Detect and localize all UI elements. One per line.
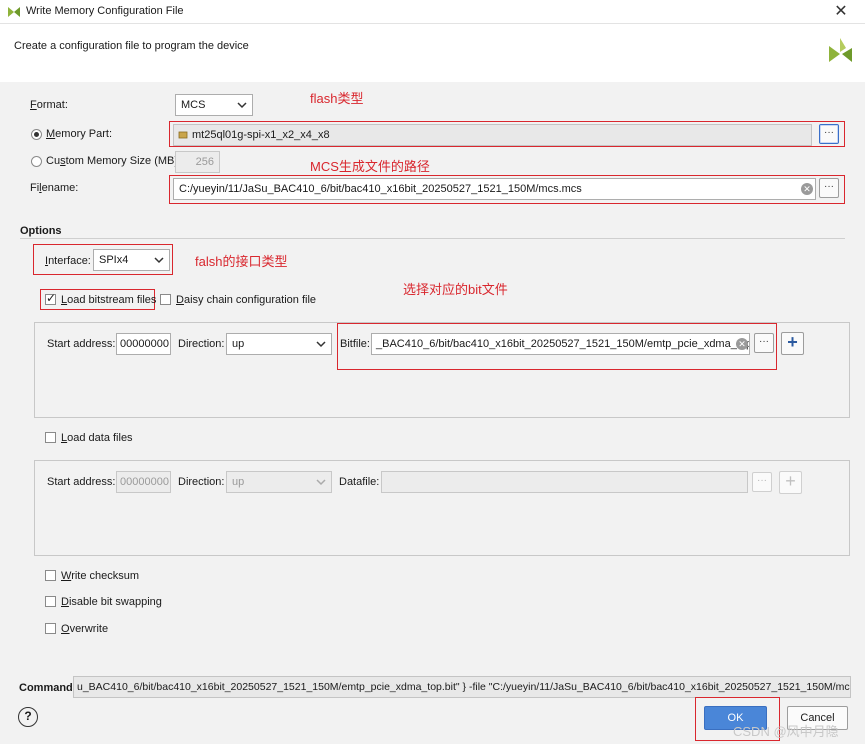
- overwrite-label: Overwrite: [61, 623, 109, 635]
- clear-icon[interactable]: ✕: [736, 338, 748, 350]
- close-icon[interactable]: ✕: [826, 1, 856, 23]
- dialog-subtitle: Create a configuration file to program t…: [14, 40, 249, 52]
- filename-input[interactable]: C:/yueyin/11/JaSu_BAC410_6/bit/bac410_x1…: [173, 178, 816, 200]
- load-bitstream-checkbox[interactable]: [45, 291, 56, 305]
- window-title: Write Memory Configuration File: [26, 5, 184, 17]
- custom-memory-size-field[interactable]: 256: [175, 151, 220, 173]
- memory-part-radio[interactable]: [31, 129, 42, 140]
- bit-direction-select[interactable]: up: [226, 333, 332, 355]
- load-data-label: Load data files: [61, 432, 133, 444]
- write-checksum-checkbox[interactable]: [45, 570, 56, 581]
- data-direction-label: Direction:: [178, 476, 225, 488]
- filename-label: Filename:: [30, 182, 79, 194]
- datafile-input[interactable]: [381, 471, 748, 493]
- chevron-down-icon: [316, 479, 326, 486]
- custom-memory-size-label: Custom Memory Size (MB):: [46, 155, 182, 167]
- disable-bit-swapping-label: Disable bit swapping: [61, 596, 162, 608]
- filename-browse-button[interactable]: ···: [819, 178, 839, 198]
- command-field[interactable]: u_BAC410_6/bit/bac410_x16bit_20250527_15…: [73, 676, 851, 698]
- disable-bit-swapping-checkbox[interactable]: [45, 596, 56, 607]
- data-start-address-input[interactable]: 00000000: [116, 471, 171, 493]
- vivado-brand-icon: [829, 38, 852, 62]
- memory-part-field[interactable]: mt25ql01g-spi-x1_x2_x4_x8: [173, 124, 812, 146]
- dialog-header: Create a configuration file to program t…: [0, 24, 865, 82]
- command-label: Command:: [19, 682, 77, 694]
- clear-icon[interactable]: ✕: [801, 183, 813, 195]
- custom-memory-size-radio[interactable]: [31, 156, 42, 167]
- bit-start-address-input[interactable]: 00000000: [116, 333, 171, 355]
- bitfile-label: Bitfile:: [340, 338, 370, 350]
- help-icon[interactable]: ?: [18, 707, 38, 727]
- annotation-mcs-path: MCS生成文件的路径: [310, 159, 430, 174]
- bitfile-input[interactable]: _BAC410_6/bit/bac410_x16bit_20250527_152…: [371, 333, 750, 355]
- load-bitstream-label: Load bitstream files: [61, 294, 157, 306]
- interface-select[interactable]: SPIx4: [93, 249, 170, 271]
- bitfile-browse-button[interactable]: ···: [754, 333, 774, 353]
- options-title: Options: [20, 225, 62, 237]
- options-divider: [20, 238, 845, 239]
- format-select[interactable]: MCS: [175, 94, 253, 116]
- write-checksum-label: Write checksum: [61, 570, 140, 582]
- title-bar: Write Memory Configuration File ✕: [0, 0, 865, 24]
- add-datafile-button[interactable]: +: [779, 471, 802, 494]
- format-label: Format:: [30, 99, 68, 111]
- load-data-checkbox[interactable]: [45, 432, 56, 443]
- interface-label: Interface:: [45, 255, 91, 267]
- daisy-chain-checkbox[interactable]: [160, 294, 171, 305]
- chevron-down-icon: [237, 102, 247, 109]
- vivado-logo-icon: [8, 7, 20, 17]
- data-start-address-label: Start address:: [47, 476, 116, 488]
- annotation-bit-file: 选择对应的bit文件: [403, 282, 508, 297]
- data-direction-select[interactable]: up: [226, 471, 332, 493]
- datafile-label: Datafile:: [339, 476, 380, 488]
- chevron-down-icon: [316, 341, 326, 348]
- watermark: CSDN @风中月隐: [733, 724, 839, 739]
- memory-chip-icon: [178, 131, 188, 139]
- annotation-interface-type: falsh的接口类型: [195, 254, 288, 269]
- annotation-flash-type: flash类型: [310, 91, 364, 106]
- bit-start-address-label: Start address:: [47, 338, 116, 350]
- memory-part-browse-button[interactable]: ···: [819, 124, 839, 144]
- overwrite-checkbox[interactable]: [45, 623, 56, 634]
- daisy-chain-label: Daisy chain configuration file: [176, 294, 317, 306]
- chevron-down-icon: [154, 257, 164, 264]
- datafile-browse-button[interactable]: ···: [752, 472, 772, 492]
- memory-part-label: Memory Part:: [46, 128, 113, 140]
- add-bitfile-button[interactable]: +: [781, 332, 804, 355]
- bit-direction-label: Direction:: [178, 338, 225, 350]
